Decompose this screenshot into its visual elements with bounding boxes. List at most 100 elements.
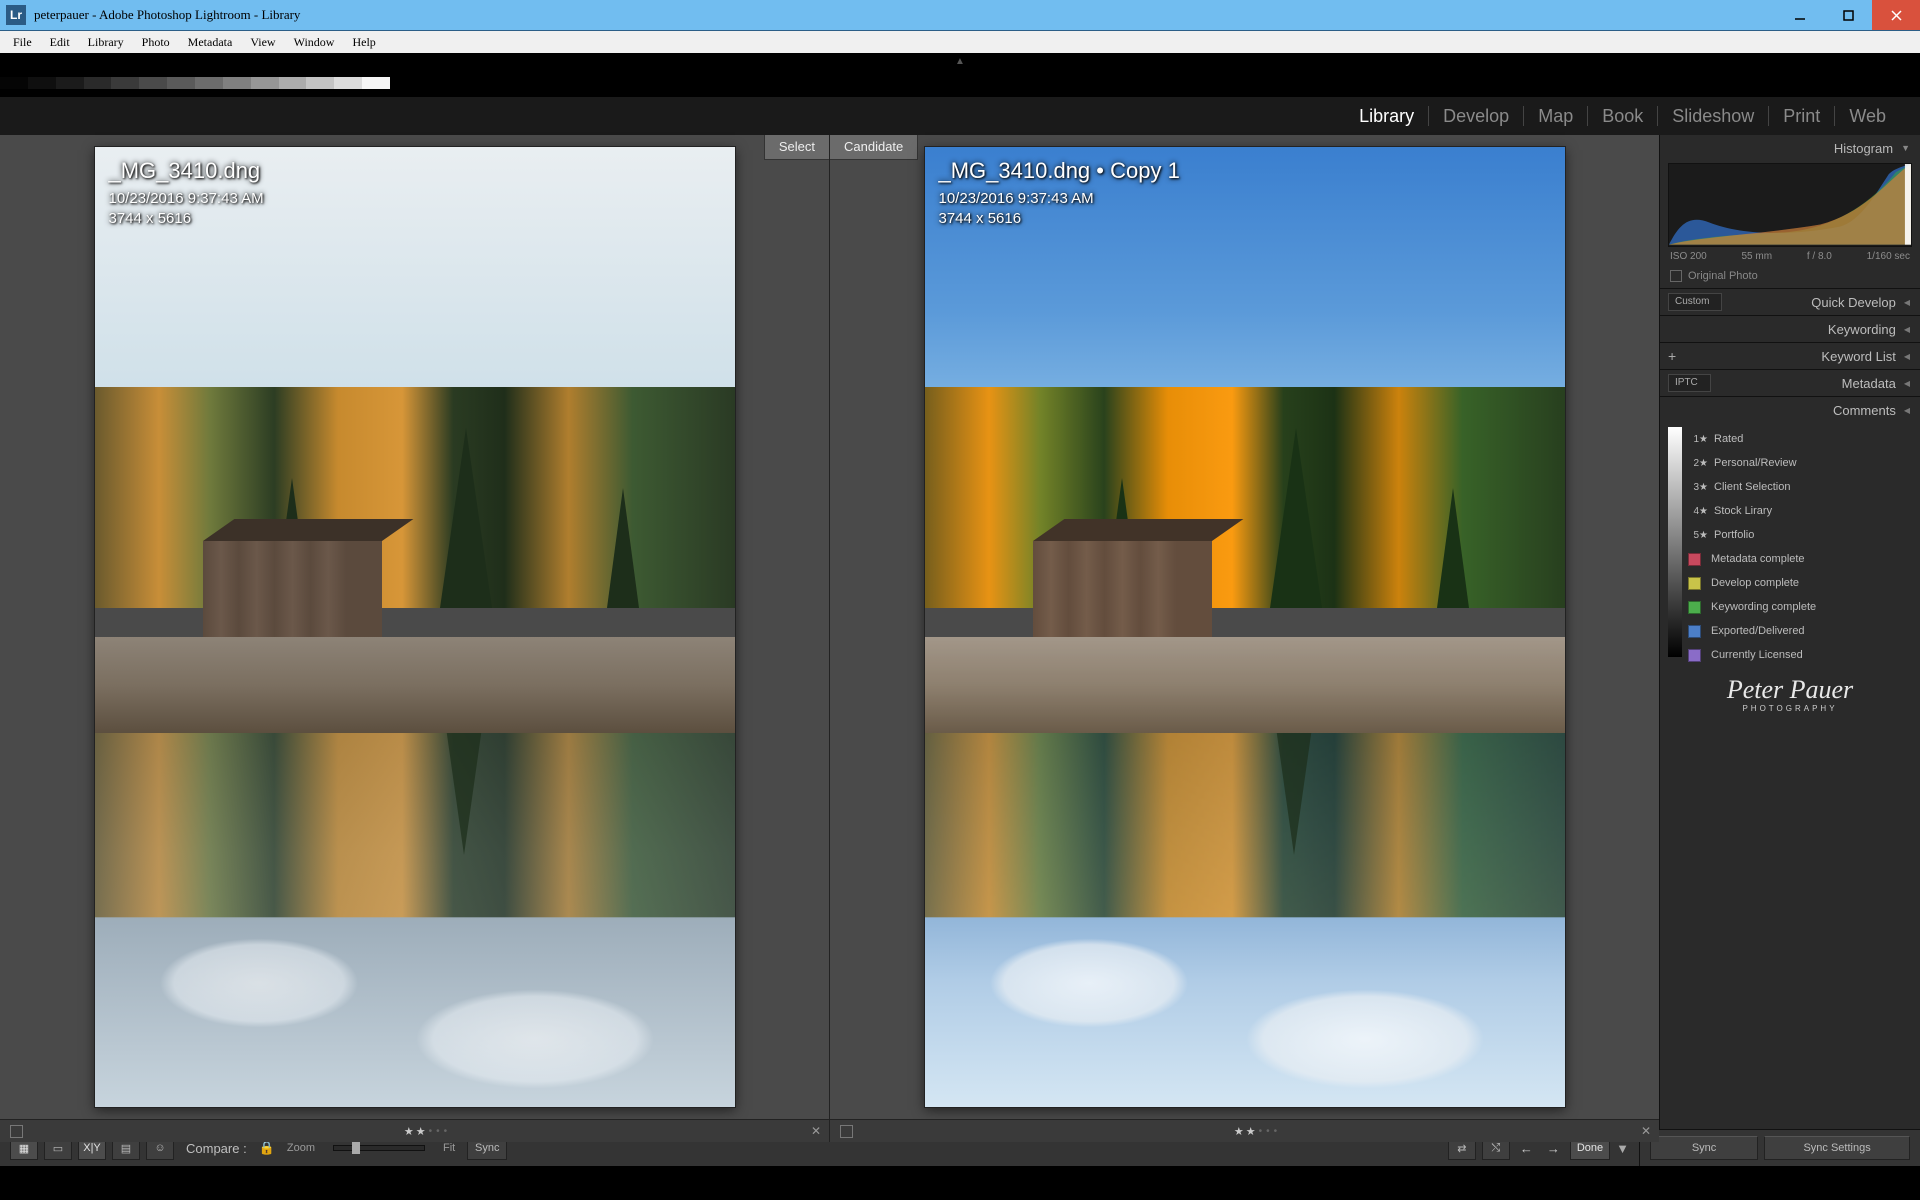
hist-iso: ISO 200 <box>1670 251 1707 262</box>
toolbar-menu-icon[interactable]: ▼ <box>1616 1141 1629 1156</box>
histogram-header[interactable]: Histogram▼ <box>1660 135 1920 161</box>
label-metadata-complete[interactable]: Metadata complete <box>1660 547 1920 571</box>
select-infobar: ★★••• ✕ <box>0 1119 829 1142</box>
select-filename: _MG_3410.dng <box>109 157 264 185</box>
main-compare-area: Select _MG_3410.dng 10/23/2016 9:37:43 A… <box>0 135 1659 1129</box>
chevron-icon: ◀ <box>1904 325 1910 334</box>
fit-label: Fit <box>443 1142 455 1154</box>
comments-header[interactable]: Comments◀ <box>1660 396 1920 423</box>
menu-library[interactable]: Library <box>79 31 133 53</box>
next-icon[interactable]: → <box>1543 1141 1564 1156</box>
chevron-icon: ◀ <box>1904 298 1910 307</box>
module-picker: Library Develop Map Book Slideshow Print… <box>0 97 1920 135</box>
chevron-icon: ◀ <box>1904 379 1910 388</box>
quick-develop-header[interactable]: Custom Quick Develop◀ <box>1660 288 1920 315</box>
original-photo-toggle[interactable]: Original Photo <box>1660 266 1920 288</box>
swatch-yellow-icon <box>1688 577 1701 590</box>
sync-button[interactable]: Sync <box>1650 1136 1758 1160</box>
label-rated[interactable]: 1★Rated <box>1660 427 1920 451</box>
select-photo[interactable]: _MG_3410.dng 10/23/2016 9:37:43 AM 3744 … <box>95 147 735 1107</box>
label-exported-delivered[interactable]: Exported/Delivered <box>1660 619 1920 643</box>
chevron-icon: ◀ <box>1904 406 1910 415</box>
label-client-selection[interactable]: 3★Client Selection <box>1660 475 1920 499</box>
label-personal-review[interactable]: 2★Personal/Review <box>1660 451 1920 475</box>
zoom-label: Zoom <box>287 1142 315 1154</box>
window-title: peterpauer - Adobe Photoshop Lightroom -… <box>34 0 300 30</box>
candidate-dimensions: 3744 x 5616 <box>939 209 1180 229</box>
label-keywording-complete[interactable]: Keywording complete <box>1660 595 1920 619</box>
minimize-button[interactable] <box>1776 0 1824 30</box>
module-library[interactable]: Library <box>1345 97 1428 135</box>
keyword-list-header[interactable]: +Keyword List◀ <box>1660 342 1920 369</box>
swatch-purple-icon <box>1688 649 1701 662</box>
candidate-filename: _MG_3410.dng • Copy 1 <box>939 157 1180 185</box>
select-panel: Select _MG_3410.dng 10/23/2016 9:37:43 A… <box>0 135 829 1119</box>
menu-window[interactable]: Window <box>285 31 344 53</box>
app-logo: Lr <box>6 5 26 25</box>
candidate-datetime: 10/23/2016 9:37:43 AM <box>939 189 1180 209</box>
candidate-close-icon[interactable]: ✕ <box>1641 1124 1651 1138</box>
lock-icon[interactable]: 🔒 <box>259 1140 275 1156</box>
menu-metadata[interactable]: Metadata <box>179 31 242 53</box>
label-stock-library[interactable]: 4★Stock Lirary <box>1660 499 1920 523</box>
select-pick-flag[interactable] <box>10 1125 23 1138</box>
zoom-slider[interactable] <box>333 1145 425 1151</box>
module-web[interactable]: Web <box>1835 97 1900 135</box>
menu-photo[interactable]: Photo <box>133 31 179 53</box>
histogram-toggle-icon: ▼ <box>1901 143 1910 153</box>
hist-shutter: 1/160 sec <box>1867 251 1910 262</box>
right-toolbar: Sync Sync Settings <box>1639 1129 1920 1166</box>
select-tag: Select <box>764 135 829 160</box>
histogram-meta: ISO 200 55 mm f / 8.0 1/160 sec <box>1660 249 1920 266</box>
select-datetime: 10/23/2016 9:37:43 AM <box>109 189 264 209</box>
tone-strip <box>1668 427 1682 657</box>
select-rating[interactable]: ★★••• <box>404 1125 448 1138</box>
menu-help[interactable]: Help <box>343 31 384 53</box>
right-panel: Histogram▼ ISO 200 55 mm f / 8.0 1/160 s… <box>1659 135 1920 1129</box>
keywording-header[interactable]: Keywording◀ <box>1660 315 1920 342</box>
candidate-tag: Candidate <box>830 135 918 160</box>
module-map[interactable]: Map <box>1524 97 1587 135</box>
histogram[interactable] <box>1668 163 1912 247</box>
prev-icon[interactable]: ← <box>1516 1141 1537 1156</box>
candidate-infobar: ★★••• ✕ <box>829 1119 1659 1142</box>
sync-settings-button[interactable]: Sync Settings <box>1764 1136 1910 1160</box>
menu-view[interactable]: View <box>241 31 284 53</box>
checkbox-icon <box>1670 270 1682 282</box>
module-book[interactable]: Book <box>1588 97 1657 135</box>
candidate-rating[interactable]: ★★••• <box>1234 1125 1278 1138</box>
menu-edit[interactable]: Edit <box>41 31 79 53</box>
swatch-red-icon <box>1688 553 1701 566</box>
module-print[interactable]: Print <box>1769 97 1834 135</box>
metadata-preset[interactable]: IPTC <box>1668 374 1711 392</box>
quick-develop-preset[interactable]: Custom <box>1668 293 1722 311</box>
identity-plate: Peter Pauer PHOTOGRAPHY <box>1727 677 1853 715</box>
module-slideshow[interactable]: Slideshow <box>1658 97 1768 135</box>
close-button[interactable] <box>1872 0 1920 30</box>
swatch-blue-icon <box>1688 625 1701 638</box>
grayscale-target <box>0 77 390 89</box>
hist-focal: 55 mm <box>1741 251 1772 262</box>
identity-strip: ▲ <box>0 53 1920 97</box>
candidate-photo[interactable]: _MG_3410.dng • Copy 1 10/23/2016 9:37:43… <box>925 147 1565 1107</box>
hist-aperture: f / 8.0 <box>1807 251 1832 262</box>
label-portfolio[interactable]: 5★Portfolio <box>1660 523 1920 547</box>
label-currently-licensed[interactable]: Currently Licensed <box>1660 643 1920 667</box>
plus-icon[interactable]: + <box>1668 348 1676 364</box>
menu-bar: File Edit Library Photo Metadata View Wi… <box>0 31 1920 53</box>
candidate-panel: Candidate _MG_3410.dng • Copy 1 10/23/20… <box>829 135 1659 1119</box>
swatch-green-icon <box>1688 601 1701 614</box>
color-label-set: 1★Rated 2★Personal/Review 3★Client Selec… <box>1660 427 1920 667</box>
select-dimensions: 3744 x 5616 <box>109 209 264 229</box>
label-develop-complete[interactable]: Develop complete <box>1660 571 1920 595</box>
menu-file[interactable]: File <box>4 31 41 53</box>
window-titlebar: Lr peterpauer - Adobe Photoshop Lightroo… <box>0 0 1920 31</box>
module-develop[interactable]: Develop <box>1429 97 1523 135</box>
candidate-pick-flag[interactable] <box>840 1125 853 1138</box>
compare-label: Compare : <box>186 1141 247 1156</box>
maximize-button[interactable] <box>1824 0 1872 30</box>
select-close-icon[interactable]: ✕ <box>811 1124 821 1138</box>
chevron-icon: ◀ <box>1904 352 1910 361</box>
top-panel-toggle-icon[interactable]: ▲ <box>955 56 965 67</box>
metadata-header[interactable]: IPTC Metadata◀ <box>1660 369 1920 396</box>
